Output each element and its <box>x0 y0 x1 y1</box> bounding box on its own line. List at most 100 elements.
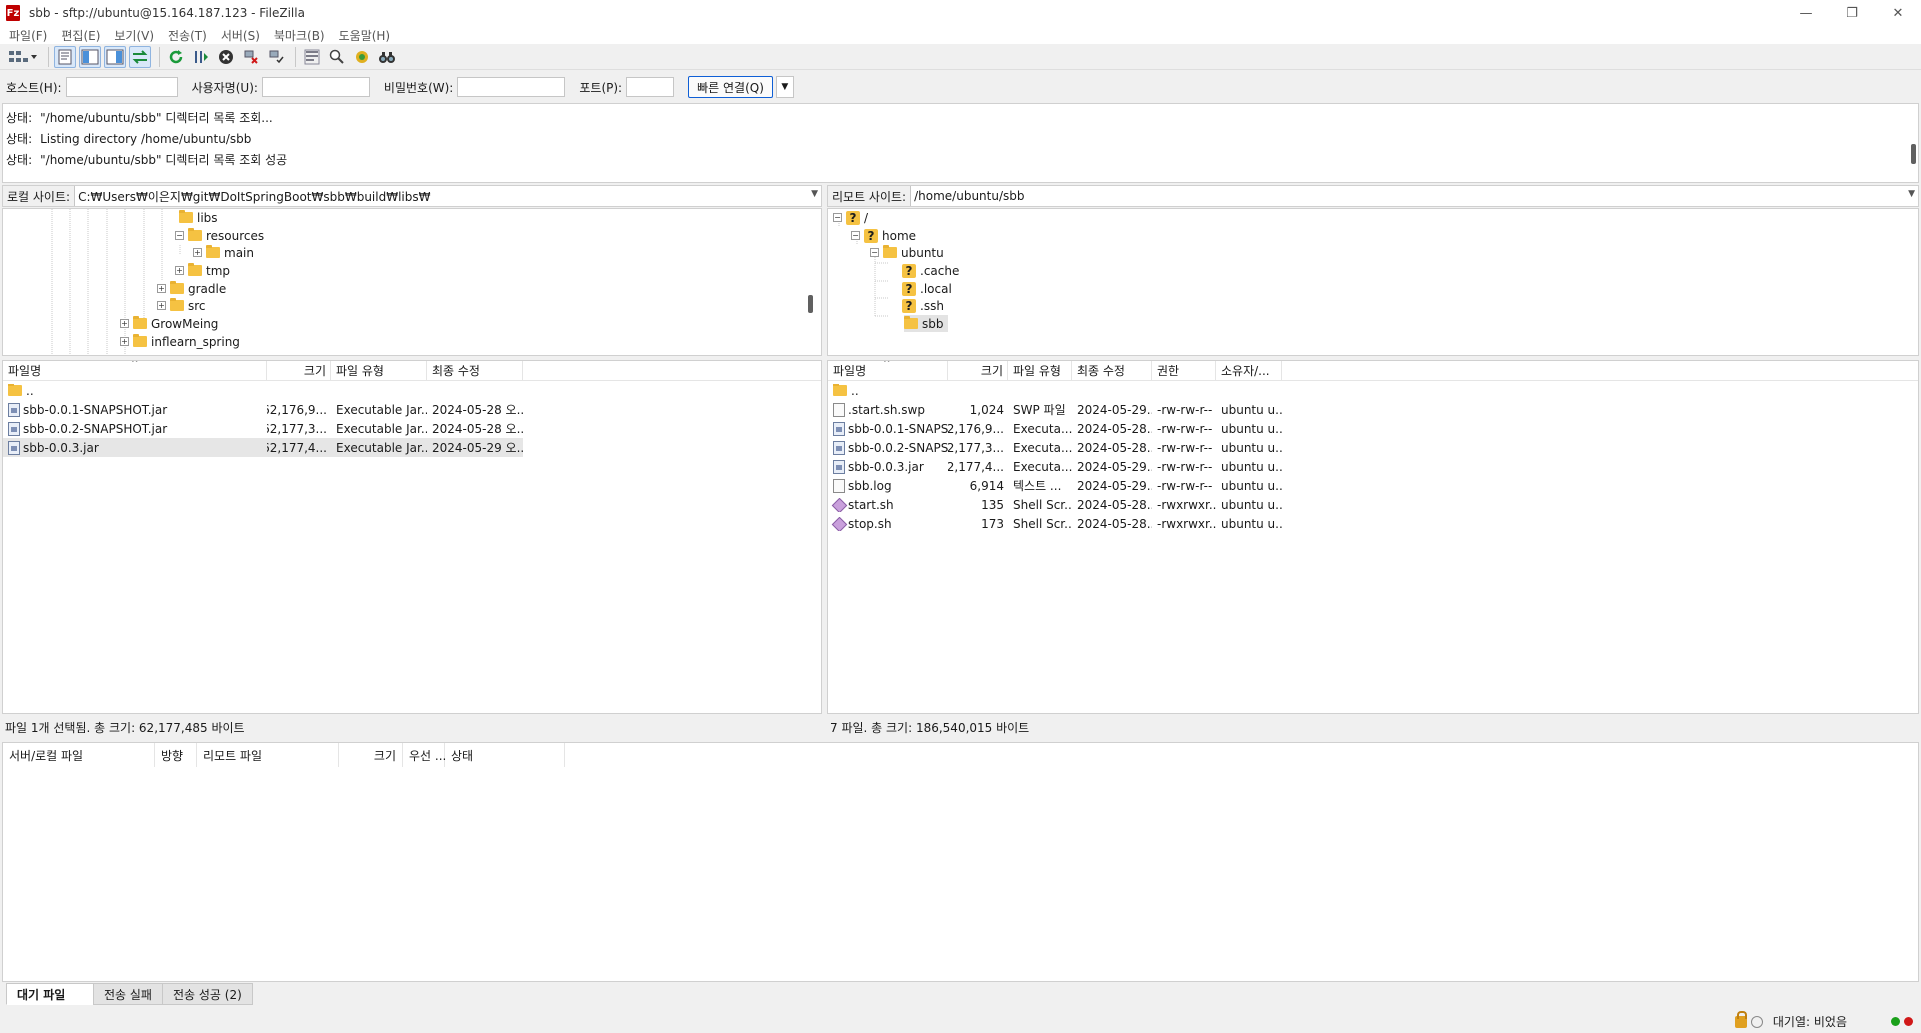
file-row[interactable]: sbb-0.0.2-SNAPS... 62,177,3... Executa..… <box>828 438 1918 457</box>
expand-icon[interactable]: + <box>120 337 129 346</box>
tree-node-cache[interactable]: ? .cache <box>902 262 959 279</box>
file-row[interactable]: sbb.log 6,914 텍스트 ... 2024-05-29... -rw-… <box>828 476 1918 495</box>
toggle-local-tree-icon[interactable] <box>79 45 101 68</box>
column-header-size[interactable]: 크기 <box>948 361 1008 381</box>
tree-node-ssh[interactable]: ? .ssh <box>902 297 944 314</box>
column-header-permissions[interactable]: 권한 <box>1152 361 1216 381</box>
expand-icon[interactable]: + <box>175 266 184 275</box>
tree-node-growmeing[interactable]: + GrowMeing <box>120 315 218 332</box>
tree-node-root[interactable]: −? / <box>833 209 868 226</box>
column-header-type[interactable]: 파일 유형 <box>1008 361 1072 381</box>
file-row-selected[interactable]: sbb-0.0.3.jar 62,177,4... Executable Jar… <box>3 438 523 457</box>
search-icon[interactable] <box>376 46 398 68</box>
column-header-size[interactable]: 크기 <box>339 743 403 767</box>
column-header-status[interactable]: 상태 <box>445 743 565 767</box>
tree-node-resources[interactable]: − resources <box>175 227 264 244</box>
process-queue-icon[interactable] <box>190 46 212 68</box>
speed-limit-icon[interactable] <box>1750 1015 1763 1028</box>
tree-node-src[interactable]: + src <box>157 297 206 314</box>
toggle-queue-icon[interactable] <box>129 45 151 68</box>
toggle-remote-tree-icon[interactable] <box>104 45 126 68</box>
folder-icon <box>188 228 202 241</box>
close-button[interactable]: ✕ <box>1875 0 1921 26</box>
file-row[interactable]: .start.sh.swp 1,024 SWP 파일 2024-05-29...… <box>828 400 1918 419</box>
column-header-priority[interactable]: 우선 ... <box>403 743 446 767</box>
file-row-parent[interactable]: .. <box>3 381 821 400</box>
host-input[interactable] <box>65 77 178 97</box>
file-row[interactable]: stop.sh 173 Shell Scr... 2024-05-28... -… <box>828 514 1918 533</box>
column-header-remote-file[interactable]: 리모트 파일 <box>197 743 339 767</box>
quickconnect-history-dropdown[interactable]: ▼ <box>775 76 794 98</box>
file-row[interactable]: sbb-0.0.1-SNAPS... 62,176,9... Executa..… <box>828 419 1918 438</box>
chevron-down-icon[interactable]: ▼ <box>1908 189 1915 199</box>
menu-edit[interactable]: 편집(E) <box>61 27 100 44</box>
local-path-input[interactable]: C:₩Users₩이은지₩git₩DoItSpringBoot₩sbb₩buil… <box>74 186 821 206</box>
password-input[interactable] <box>457 77 566 97</box>
column-header-size[interactable]: 크기 <box>267 361 331 381</box>
tree-node-ubuntu[interactable]: − ubuntu <box>870 244 944 261</box>
collapse-icon[interactable]: − <box>833 213 842 222</box>
file-row-parent[interactable]: .. <box>828 381 1918 400</box>
tree-node-gradle[interactable]: + gradle <box>157 280 226 297</box>
menu-bookmarks[interactable]: 북마크(B) <box>274 27 325 44</box>
disconnect-icon[interactable] <box>240 46 262 68</box>
collapse-icon[interactable]: − <box>851 231 860 240</box>
collapse-icon[interactable]: − <box>870 248 879 257</box>
compare-icon[interactable] <box>326 46 348 68</box>
file-row[interactable]: sbb-0.0.1-SNAPSHOT.jar 62,176,9... Execu… <box>3 400 821 419</box>
folder-icon <box>833 383 847 396</box>
quickconnect-button[interactable]: 빠른 연결(Q) <box>688 76 773 98</box>
expand-icon[interactable]: + <box>120 319 129 328</box>
tab-successful-transfers[interactable]: 전송 성공 (2) <box>161 983 253 1005</box>
remote-status-line: 7 파일. 총 크기: 186,540,015 바이트 <box>830 720 1030 735</box>
file-row[interactable]: sbb-0.0.3.jar 62,177,4... Executa... 202… <box>828 457 1918 476</box>
refresh-icon[interactable] <box>165 46 187 68</box>
menu-server[interactable]: 서버(S) <box>221 27 260 44</box>
reconnect-icon[interactable] <box>265 46 287 68</box>
file-name: sbb-0.0.2-SNAPSHOT.jar <box>23 421 168 436</box>
sync-browsing-icon[interactable] <box>351 46 373 68</box>
tab-queued-files[interactable]: 대기 파일 <box>6 983 94 1005</box>
menu-view[interactable]: 보기(V) <box>114 27 154 44</box>
file-row[interactable]: start.sh 135 Shell Scr... 2024-05-28... … <box>828 495 1918 514</box>
log-scrollbar[interactable] <box>1911 144 1916 164</box>
column-header-direction[interactable]: 방향 <box>155 743 197 767</box>
menu-file[interactable]: 파일(F) <box>9 27 47 44</box>
menu-transfer[interactable]: 전송(T) <box>168 27 207 44</box>
file-name: sbb.log <box>848 478 892 493</box>
tree-node-inflearn-spring[interactable]: + inflearn_spring <box>120 333 240 350</box>
maximize-button[interactable]: ❐ <box>1829 0 1875 26</box>
site-manager-icon[interactable] <box>6 46 40 68</box>
collapse-icon[interactable]: − <box>175 231 184 240</box>
tree-node-tmp[interactable]: + tmp <box>175 262 230 279</box>
chevron-down-icon[interactable]: ▼ <box>811 189 818 199</box>
expand-icon[interactable]: + <box>157 301 166 310</box>
expand-icon[interactable]: + <box>157 284 166 293</box>
menu-help[interactable]: 도움말(H) <box>339 27 391 44</box>
column-header-owner[interactable]: 소유자/... <box>1216 361 1282 381</box>
cancel-icon[interactable] <box>215 46 237 68</box>
expand-icon[interactable]: + <box>193 248 202 257</box>
tree-node-sbb[interactable]: sbb <box>904 315 948 332</box>
directory-filter-icon[interactable] <box>301 46 323 68</box>
remote-path-input[interactable]: /home/ubuntu/sbb ▼ <box>910 186 1918 206</box>
file-row[interactable]: sbb-0.0.2-SNAPSHOT.jar 62,177,3... Execu… <box>3 419 821 438</box>
minimize-button[interactable]: — <box>1783 0 1829 26</box>
tree-node-home[interactable]: −? home <box>851 227 916 244</box>
file-type: Executable Jar... <box>336 402 427 417</box>
column-header-modified[interactable]: 최종 수정 <box>1072 361 1152 381</box>
column-header-type[interactable]: 파일 유형 <box>331 361 427 381</box>
port-input[interactable] <box>626 77 675 97</box>
column-header-modified[interactable]: 최종 수정 <box>427 361 523 381</box>
file-modified: 2024-05-29 오... <box>432 441 523 455</box>
tree-node-local[interactable]: ? .local <box>902 280 952 297</box>
local-tree-scrollbar[interactable] <box>808 295 813 313</box>
tree-node-libs[interactable]: libs <box>179 209 218 226</box>
file-type: Executable Jar... <box>336 440 427 455</box>
column-header-local-file[interactable]: 서버/로컬 파일 <box>3 743 155 767</box>
username-input[interactable] <box>261 77 370 97</box>
toggle-message-log-icon[interactable] <box>54 45 76 68</box>
file-type: Executa... <box>1013 459 1072 474</box>
tab-failed-transfers[interactable]: 전송 실패 <box>93 983 163 1005</box>
tree-node-main[interactable]: + main <box>193 244 254 261</box>
